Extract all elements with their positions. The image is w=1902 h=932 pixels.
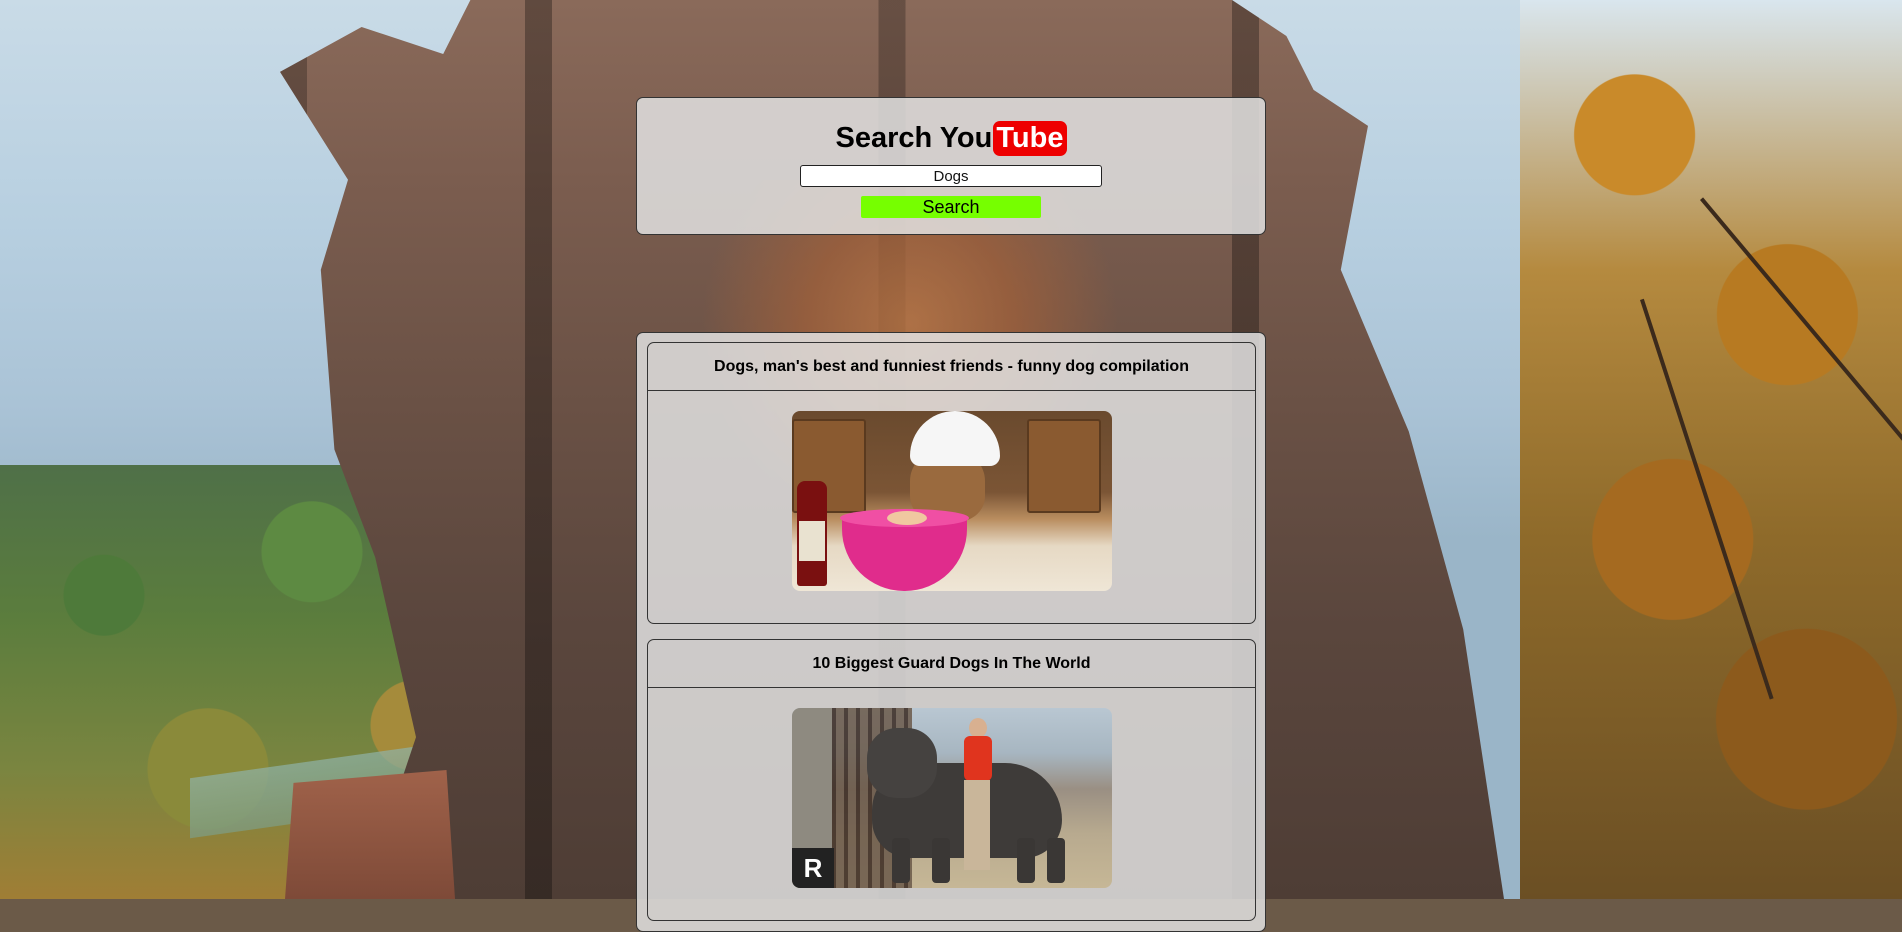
dog-leg bbox=[1017, 838, 1035, 883]
bottle-label bbox=[799, 521, 825, 561]
dog-leg bbox=[892, 838, 910, 883]
youtube-brand-badge: Tube bbox=[993, 120, 1067, 156]
video-title[interactable]: Dogs, man's best and funniest friends - … bbox=[648, 343, 1255, 391]
search-button[interactable]: Search bbox=[861, 196, 1041, 218]
video-result[interactable]: 10 Biggest Guard Dogs In The World R bbox=[647, 639, 1256, 921]
video-title[interactable]: 10 Biggest Guard Dogs In The World bbox=[648, 640, 1255, 688]
small-rock bbox=[285, 770, 455, 899]
man-figure bbox=[964, 718, 992, 878]
eggs bbox=[887, 511, 927, 525]
page-title: Search You Tube bbox=[637, 119, 1265, 157]
channel-logo-icon: R bbox=[792, 848, 834, 888]
dog-leg bbox=[1047, 838, 1065, 883]
kitchen-cabinet bbox=[1027, 419, 1101, 513]
mixing-bowl bbox=[842, 516, 967, 591]
search-input[interactable] bbox=[800, 165, 1102, 187]
results-panel: Dogs, man's best and funniest friends - … bbox=[636, 332, 1266, 932]
search-panel: Search YouTube Search bbox=[636, 97, 1266, 235]
video-result[interactable]: Dogs, man's best and funniest friends - … bbox=[647, 342, 1256, 624]
title-prefix: Search You bbox=[835, 121, 993, 154]
video-thumbnail[interactable]: R bbox=[792, 708, 1112, 888]
autumn-trees bbox=[1520, 0, 1902, 899]
dog-leg bbox=[932, 838, 950, 883]
dog-head bbox=[867, 728, 937, 798]
man-pants bbox=[964, 780, 990, 870]
video-thumbnail[interactable] bbox=[792, 411, 1112, 591]
man-face bbox=[969, 718, 987, 738]
chef-hat bbox=[910, 411, 1000, 466]
man-shirt bbox=[964, 736, 992, 781]
